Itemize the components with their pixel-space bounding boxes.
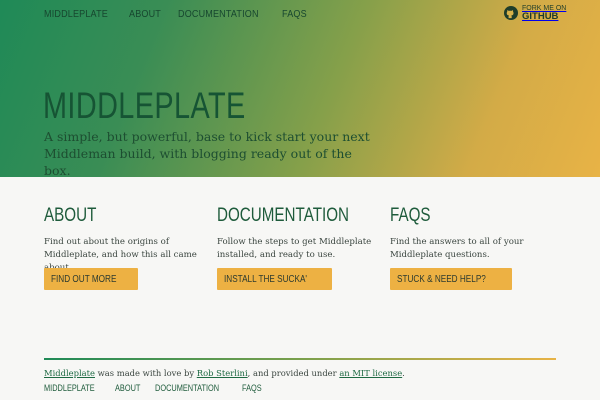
faqs-heading: FAQS bbox=[390, 205, 431, 226]
find-out-more-button[interactable]: FIND OUT MORE bbox=[44, 268, 138, 290]
nav-item-faqs[interactable]: FAQS bbox=[282, 8, 307, 20]
footer-divider bbox=[44, 358, 556, 360]
faqs-section: FAQS Find the answers to all of your Mid… bbox=[390, 205, 550, 290]
documentation-section: DOCUMENTATION Follow the steps to get Mi… bbox=[217, 205, 377, 290]
footer-text-2: , and provided under bbox=[247, 368, 340, 378]
fork-label-bottom: GITHUB bbox=[522, 11, 559, 22]
install-label: INSTALL THE SUCKA' bbox=[224, 273, 307, 285]
footer-text-3: . bbox=[402, 368, 405, 378]
footer-nav-faqs[interactable]: FAQS bbox=[242, 383, 262, 393]
footer-credits: Middleplate was made with love by Rob St… bbox=[44, 368, 405, 378]
hero-subtitle: A simple, but powerful, base to kick sta… bbox=[44, 129, 370, 178]
hero-banner: MIDDLEPLATE ABOUT DOCUMENTATION FAQS FOR… bbox=[0, 0, 600, 178]
install-button[interactable]: INSTALL THE SUCKA' bbox=[217, 268, 333, 290]
faqs-text: Find the answers to all of your Middlepl… bbox=[390, 237, 524, 260]
github-icon bbox=[504, 6, 518, 20]
footer-license-link[interactable]: an MIT license bbox=[339, 368, 402, 378]
fork-on-github-link[interactable]: FORK ME ON GITHUB bbox=[504, 5, 566, 21]
hero-title: MIDDLEPLATE bbox=[43, 85, 246, 126]
footer-nav-documentation[interactable]: DOCUMENTATION bbox=[155, 383, 219, 393]
nav-item-middleplate[interactable]: MIDDLEPLATE bbox=[44, 8, 108, 20]
need-help-label: STUCK & NEED HELP? bbox=[397, 273, 486, 285]
footer-text-1: was made with love by bbox=[94, 368, 197, 378]
nav-item-documentation[interactable]: DOCUMENTATION bbox=[178, 8, 259, 20]
about-section: ABOUT Find out about the origins of Midd… bbox=[44, 205, 204, 290]
about-heading: ABOUT bbox=[44, 205, 97, 226]
footer-middleplate-link[interactable]: Middleplate bbox=[44, 368, 95, 378]
documentation-heading: DOCUMENTATION bbox=[217, 205, 350, 226]
top-nav: MIDDLEPLATE ABOUT DOCUMENTATION FAQS bbox=[44, 8, 311, 20]
documentation-text: Follow the steps to get Middleplate inst… bbox=[217, 237, 372, 260]
need-help-button[interactable]: STUCK & NEED HELP? bbox=[390, 268, 513, 290]
find-out-more-label: FIND OUT MORE bbox=[51, 273, 117, 285]
nav-item-about[interactable]: ABOUT bbox=[129, 8, 161, 20]
footer-nav-about[interactable]: ABOUT bbox=[115, 383, 140, 393]
footer-nav-middleplate[interactable]: MIDDLEPLATE bbox=[44, 383, 95, 393]
footer-nav: MIDDLEPLATE ABOUT DOCUMENTATION FAQS bbox=[44, 383, 266, 393]
footer-author-link[interactable]: Rob Sterlini bbox=[197, 368, 248, 378]
